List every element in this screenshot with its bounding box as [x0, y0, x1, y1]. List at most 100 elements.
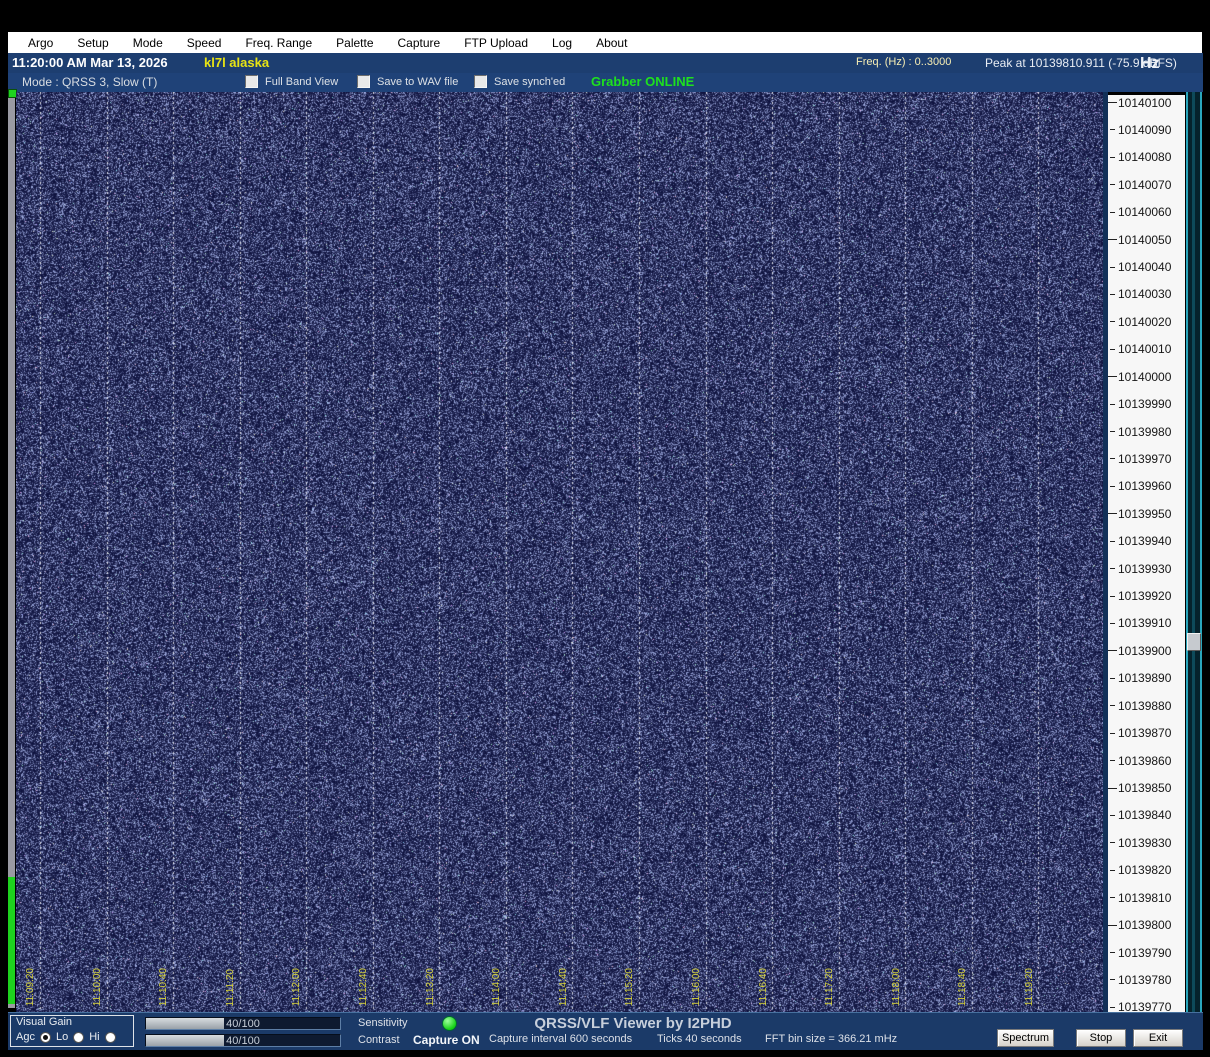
time-label: 11:18:00	[891, 968, 902, 1006]
checkbox-label: Full Band View	[265, 76, 338, 88]
tick-mark-icon	[1110, 321, 1115, 322]
freq-scale-label: 10140020	[1108, 315, 1171, 328]
time-label: 11:16:00	[691, 968, 702, 1006]
freq-scale-label: 10139900	[1108, 644, 1171, 657]
time-label: 11:09:20	[25, 968, 36, 1006]
waterfall-area[interactable]: 11:09:20 11:10:00 11:10:40 11:11:20 11:12:00…	[16, 92, 1103, 1012]
tick-mark-icon	[1110, 760, 1115, 761]
freq-scale-label: 10139930	[1108, 562, 1171, 575]
menu-freq-range[interactable]: Freq. Range	[245, 36, 312, 50]
menu-about[interactable]: About	[596, 36, 627, 50]
tick-mark-icon	[1110, 897, 1115, 898]
tick-mark-icon	[1110, 212, 1115, 213]
time-label: 11:11:20	[225, 969, 236, 1006]
tick-mark-icon	[1108, 239, 1117, 240]
tick-mark-icon	[1110, 431, 1115, 432]
freq-scale-label: 10140100	[1108, 96, 1171, 109]
freq-scale-label: 10140010	[1108, 343, 1171, 356]
freq-scale-label: 10139810	[1108, 891, 1171, 904]
freq-scale-label: 10139790	[1108, 946, 1171, 959]
checkbox-icon[interactable]	[245, 75, 258, 88]
freq-scale-label: 10139840	[1108, 809, 1171, 822]
contrast-label: Contrast	[358, 1034, 400, 1046]
time-label: 11:19:20	[1024, 968, 1035, 1006]
time-label: 11:16:40	[758, 968, 769, 1006]
freq-scale-label: 10139960	[1108, 480, 1171, 493]
stop-button[interactable]: Stop	[1076, 1029, 1126, 1047]
menu-log[interactable]: Log	[552, 36, 572, 50]
capture-progress-track	[8, 98, 15, 1008]
mode-label: Mode : QRSS 3, Slow (T)	[22, 75, 157, 89]
freq-scale-label: 10140070	[1108, 178, 1171, 191]
freq-scale-label: 10139990	[1108, 398, 1171, 411]
freq-scale-label: 10140000	[1108, 370, 1171, 383]
tick-mark-icon	[1110, 458, 1115, 459]
freq-scale-label: 10140080	[1108, 151, 1171, 164]
contrast-slider[interactable]: 40/100	[145, 1034, 341, 1047]
tick-mark-icon	[1110, 486, 1115, 487]
radio-label-hi: Hi	[89, 1031, 99, 1043]
menu-setup[interactable]: Setup	[77, 36, 108, 50]
freq-scale-label: 10140040	[1108, 261, 1171, 274]
tick-mark-icon	[1110, 705, 1115, 706]
radio-label-agc: Agc	[16, 1031, 35, 1043]
time-label: 11:14:00	[491, 968, 502, 1006]
tick-mark-icon	[1110, 568, 1115, 569]
agc-radio[interactable]	[40, 1032, 51, 1043]
frequency-scrollbar[interactable]	[1186, 92, 1202, 1012]
freq-range-readout: Freq. (Hz) : 0..3000	[856, 56, 951, 68]
slider-value: 40/100	[146, 1018, 340, 1030]
exit-button[interactable]: Exit	[1133, 1029, 1183, 1047]
tick-mark-icon	[1110, 294, 1115, 295]
tick-mark-icon	[1110, 678, 1115, 679]
menu-capture[interactable]: Capture	[398, 36, 441, 50]
time-label: 11:17:20	[824, 968, 835, 1006]
slider-value: 40/100	[146, 1035, 340, 1047]
spectrum-button[interactable]: Spectrum	[997, 1029, 1054, 1047]
sensitivity-slider[interactable]: 40/100	[145, 1017, 341, 1030]
tick-mark-icon	[1108, 513, 1117, 514]
visual-gain-group: Visual Gain Agc Lo Hi	[10, 1015, 134, 1047]
freq-scale-label: 10139800	[1108, 919, 1171, 932]
freq-scale-label: 10140030	[1108, 288, 1171, 301]
menu-argo[interactable]: Argo	[28, 36, 53, 50]
save-synched-checkbox[interactable]: Save synch'ed	[474, 75, 565, 88]
menu-mode[interactable]: Mode	[133, 36, 163, 50]
save-to-wav-checkbox[interactable]: Save to WAV file	[357, 75, 458, 88]
tick-mark-icon	[1110, 870, 1115, 871]
menu-palette[interactable]: Palette	[336, 36, 373, 50]
menu-ftp-upload[interactable]: FTP Upload	[464, 36, 528, 50]
callsign-label: kl7l alaska	[204, 55, 269, 70]
capture-interval-label: Capture interval 600 seconds	[489, 1033, 632, 1045]
menu-bar: Argo Setup Mode Speed Freq. Range Palette Capt…	[8, 32, 1202, 53]
freq-scale-label: 10139950	[1108, 507, 1171, 520]
checkbox-icon[interactable]	[474, 75, 487, 88]
waterfall-canvas[interactable]	[16, 92, 1103, 1012]
freq-scale-label: 10139850	[1108, 782, 1171, 795]
capture-led-icon	[442, 1016, 457, 1031]
tick-mark-icon	[1108, 788, 1117, 789]
checkbox-icon[interactable]	[357, 75, 370, 88]
time-label: 11:12:00	[291, 968, 302, 1006]
tick-mark-icon	[1110, 129, 1115, 130]
tick-mark-icon	[1108, 102, 1117, 103]
full-band-view-checkbox[interactable]: Full Band View	[245, 75, 338, 88]
freq-scale-label: 10139890	[1108, 672, 1171, 685]
freq-scale-label: 10140090	[1108, 123, 1171, 136]
time-label: 11:12:40	[358, 968, 369, 1006]
tick-mark-icon	[1110, 733, 1115, 734]
menu-speed[interactable]: Speed	[187, 36, 222, 50]
capture-progress-fill	[8, 877, 15, 1004]
freq-scale-label: 10139980	[1108, 425, 1171, 438]
capture-status-label: Capture ON	[413, 1033, 480, 1047]
visual-gain-title: Visual Gain	[16, 1016, 72, 1028]
freq-scale: 10140100 10140090 10140080 10140070 10140060…	[1108, 95, 1185, 1012]
time-label: 11:10:40	[158, 968, 169, 1006]
hi-radio[interactable]	[105, 1032, 116, 1043]
tick-mark-icon	[1110, 1007, 1115, 1008]
scrollbar-thumb[interactable]	[1187, 633, 1201, 651]
lo-radio[interactable]	[73, 1032, 84, 1043]
freq-scale-label: 10139860	[1108, 754, 1171, 767]
grabber-status-badge: Grabber ONLINE	[591, 74, 694, 89]
tick-mark-icon	[1108, 376, 1117, 377]
